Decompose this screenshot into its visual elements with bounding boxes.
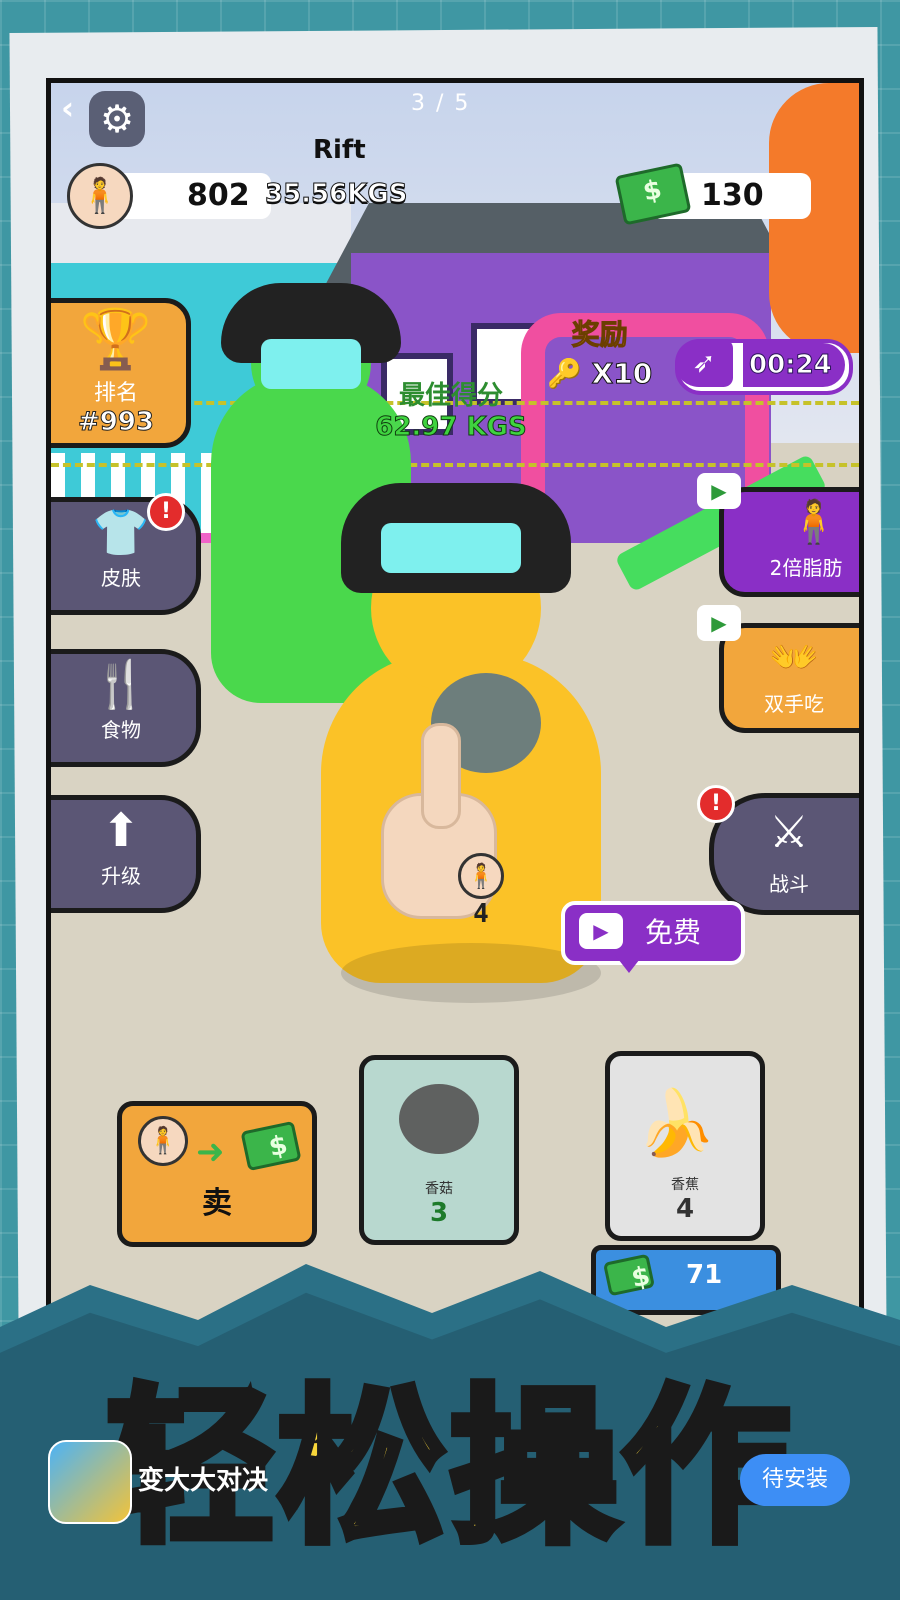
sell-label: 卖 bbox=[202, 1186, 232, 1221]
hud-top: ‹ ⚙ 3 / 5 Rift 802 🧍 35.56KGS 130 bbox=[51, 83, 859, 243]
sell-button[interactable]: 🧍 ➜ 卖 bbox=[117, 1101, 317, 1247]
rank-value: #993 bbox=[77, 407, 155, 438]
fight-label: 战斗 bbox=[769, 872, 809, 896]
hands-icon: 👐 bbox=[769, 635, 819, 681]
crossed-swords-icon: ⚔ bbox=[769, 807, 809, 858]
rank-button[interactable]: 🏆 排名 #993 bbox=[51, 298, 191, 448]
food-label: 食物 bbox=[101, 718, 141, 742]
mushroom-name: 香菇 bbox=[425, 1181, 453, 1197]
video-play-icon: ▶ bbox=[697, 605, 741, 641]
install-button[interactable]: 待安装 bbox=[740, 1454, 850, 1506]
page-indicator: 3 / 5 bbox=[411, 91, 471, 116]
player-name: Rift bbox=[313, 135, 366, 165]
app-name: 变大大对决 bbox=[138, 1466, 269, 1496]
app-icon[interactable] bbox=[48, 1440, 132, 1524]
cursor-icon: ➶ bbox=[675, 339, 733, 387]
two-hands-button[interactable]: 👐 双手吃 bbox=[719, 623, 859, 733]
reward-timer[interactable]: ➶ 00:24 bbox=[675, 339, 853, 395]
app-install-bar: 变大大对决 待安装 bbox=[0, 1430, 900, 1540]
character-count: 4 bbox=[473, 899, 489, 929]
score-line bbox=[51, 463, 859, 467]
character-counter: 🧍 4 bbox=[451, 853, 511, 929]
cash-icon bbox=[240, 1120, 302, 1172]
video-play-icon: ▶ bbox=[697, 473, 741, 509]
best-score-value: 62.97 KGS bbox=[375, 412, 528, 443]
weight-kgs: 35.56KGS bbox=[264, 179, 408, 210]
reward-multiplier: X10 bbox=[591, 357, 653, 391]
mushroom-card[interactable]: 香菇 3 bbox=[359, 1055, 519, 1245]
body-weight-icon: 🧍 bbox=[67, 163, 133, 229]
fight-alert-badge: ! bbox=[697, 785, 735, 823]
back-icon[interactable]: ‹ bbox=[61, 89, 74, 127]
game-screen[interactable]: 🧍 4 ‹ ⚙ 3 / 5 Rift 802 🧍 35.56KGS 130 🏆 … bbox=[46, 78, 864, 1333]
cash-value: 130 bbox=[701, 178, 764, 213]
mushroom-count: 3 bbox=[429, 1198, 449, 1228]
reward-panel[interactable]: 奖励 🔑 X10 bbox=[547, 313, 653, 391]
double-fat-button[interactable]: 🧍 2倍脂肪 bbox=[719, 487, 859, 597]
banana-icon: 🍌 bbox=[636, 1087, 716, 1161]
best-score: 最佳得分 62.97 KGS bbox=[351, 375, 551, 443]
two-hands-label: 双手吃 bbox=[764, 692, 824, 716]
reward-title: 奖励 bbox=[571, 318, 628, 352]
video-play-icon: ▶ bbox=[579, 913, 623, 949]
free-ad-button[interactable]: ▶ 免费 bbox=[561, 901, 745, 965]
cash-icon bbox=[602, 1253, 656, 1297]
weight-value: 802 bbox=[187, 178, 250, 213]
double-fat-label: 2倍脂肪 bbox=[769, 556, 843, 580]
timer-value: 00:24 bbox=[743, 343, 845, 387]
best-score-title: 最佳得分 bbox=[398, 381, 503, 411]
reward-row: 🔑 X10 bbox=[547, 357, 653, 391]
fat-body-icon: 🧍 bbox=[787, 497, 841, 546]
banana-count: 4 bbox=[675, 1194, 695, 1224]
spoon-fork-icon: 🍴 bbox=[92, 657, 150, 711]
upgrade-button[interactable]: ⬆ 升级 bbox=[51, 795, 201, 913]
upgrade-label: 升级 bbox=[101, 864, 141, 888]
banana-card[interactable]: 🍌 香蕉 4 bbox=[605, 1051, 765, 1241]
key-icon: 🔑 bbox=[547, 357, 583, 391]
arrow-right-icon: ➜ bbox=[196, 1132, 225, 1172]
free-label: 免费 bbox=[645, 916, 702, 949]
banana-name: 香蕉 bbox=[671, 1177, 699, 1193]
food-button[interactable]: 🍴 食物 bbox=[51, 649, 201, 767]
body-icon: 🧍 bbox=[138, 1116, 188, 1166]
arrow-up-icon: ⬆ bbox=[101, 803, 141, 857]
price-value: 71 bbox=[686, 1260, 723, 1290]
skin-label: 皮肤 bbox=[101, 566, 141, 590]
settings-gear-icon[interactable]: ⚙ bbox=[89, 91, 145, 147]
bubble-tail bbox=[615, 955, 643, 973]
skin-alert-badge: ! bbox=[147, 493, 185, 531]
mushroom-icon bbox=[399, 1084, 479, 1154]
trophy-icon: 🏆 bbox=[79, 305, 153, 373]
body-icon: 🧍 bbox=[458, 853, 504, 899]
rank-label: 排名 bbox=[93, 381, 138, 406]
